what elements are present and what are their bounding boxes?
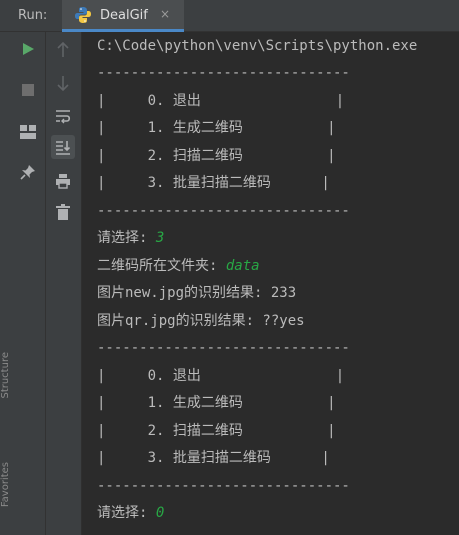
console-line-8: 二维码所在文件夹: data [97, 258, 260, 274]
layout-icon[interactable] [16, 120, 40, 144]
console-line-12: | 0. 退出 | [97, 368, 345, 384]
console-line-9: 图片new.jpg的识别结果: 233 [97, 285, 297, 301]
arrow-down-icon[interactable] [51, 71, 75, 95]
scroll-to-end-icon[interactable] [51, 135, 75, 159]
console-line-17: 请选择: 0 [97, 505, 165, 521]
soft-wrap-icon[interactable] [51, 104, 75, 128]
tab-dealgif[interactable]: DealGif × [62, 0, 184, 32]
side-tool-strip: Structure Favorites [0, 32, 12, 535]
close-icon[interactable]: × [160, 7, 170, 21]
favorites-side-tab[interactable]: Favorites [0, 462, 11, 507]
console-line-2: | 0. 退出 | [97, 93, 345, 109]
console-line-7: 请选择: 3 [97, 230, 165, 246]
console-line-1: ------------------------------ [97, 65, 350, 81]
trash-icon[interactable] [51, 200, 75, 224]
console-line-6: ------------------------------ [97, 203, 350, 219]
tab-label: DealGif [100, 8, 148, 23]
play-icon[interactable] [16, 37, 40, 61]
structure-side-tab[interactable]: Structure [0, 352, 11, 399]
console-line-4: | 2. 扫描二维码 | [97, 148, 336, 164]
console-line-13: | 1. 生成二维码 | [97, 395, 336, 411]
pin-icon[interactable] [16, 160, 40, 184]
console-line-11: ------------------------------ [97, 340, 350, 356]
run-label: Run: [18, 8, 48, 23]
print-icon[interactable] [51, 169, 75, 193]
console-line-3: | 1. 生成二维码 | [97, 120, 336, 136]
console-line-5: | 3. 批量扫描二维码 | [97, 175, 330, 191]
console-output[interactable]: C:\Code\python\venv\Scripts\python.exe -… [82, 32, 459, 535]
console-line-10: 图片qr.jpg的识别结果: ??yes [97, 313, 305, 329]
console-line-0: C:\Code\python\venv\Scripts\python.exe [97, 38, 418, 54]
run-toolbar [12, 32, 46, 535]
console-line-14: | 2. 扫描二维码 | [97, 423, 336, 439]
stop-icon[interactable] [16, 78, 40, 102]
run-tool-window-header: Run: DealGif × [0, 0, 459, 32]
console-line-16: ------------------------------ [97, 478, 350, 494]
python-icon [74, 6, 92, 28]
console-line-15: | 3. 批量扫描二维码 | [97, 450, 330, 466]
console-toolbar [46, 32, 82, 535]
arrow-up-icon[interactable] [51, 38, 75, 62]
